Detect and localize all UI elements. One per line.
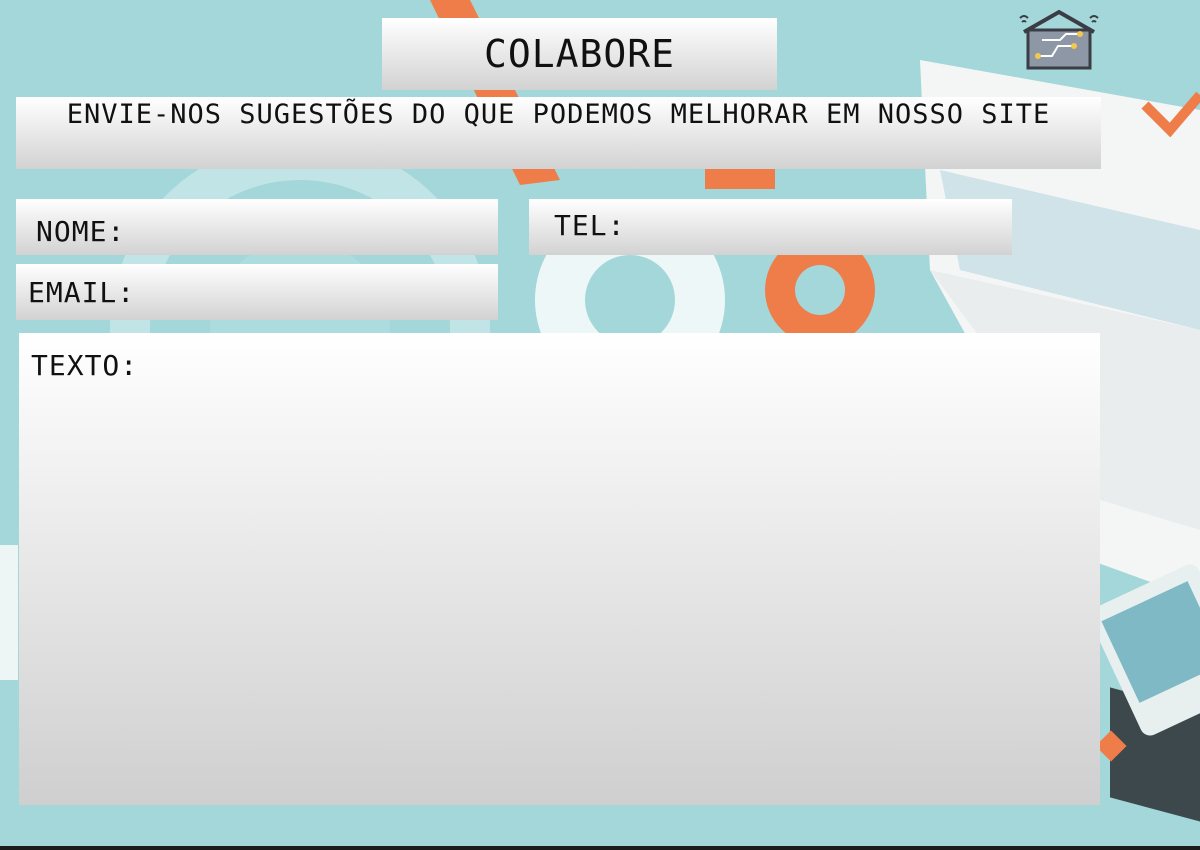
email-input[interactable] <box>147 263 498 321</box>
tel-label: TEL: <box>554 208 626 242</box>
texto-textarea[interactable] <box>31 392 1092 796</box>
nome-input[interactable] <box>137 206 498 256</box>
email-label: EMAIL: <box>28 275 136 309</box>
page-title: COLABORE <box>382 18 777 90</box>
email-field[interactable]: EMAIL: <box>16 263 498 321</box>
texto-label: TEXTO: <box>31 349 139 382</box>
page-subtitle-text: ENVIE-NOS SUGESTÕES DO QUE PODEMOS MELHO… <box>66 99 1051 130</box>
texto-field[interactable]: TEXTO: <box>19 333 1100 805</box>
smart-home-icon <box>1019 9 1099 70</box>
nome-field[interactable]: NOME: <box>16 199 498 256</box>
page-title-text: COLABORE <box>483 32 676 76</box>
tel-input[interactable] <box>637 198 1012 252</box>
tel-field[interactable]: TEL: <box>529 198 1012 255</box>
page-subtitle: ENVIE-NOS SUGESTÕES DO QUE PODEMOS MELHO… <box>16 97 1101 169</box>
nome-label: NOME: <box>36 214 126 248</box>
